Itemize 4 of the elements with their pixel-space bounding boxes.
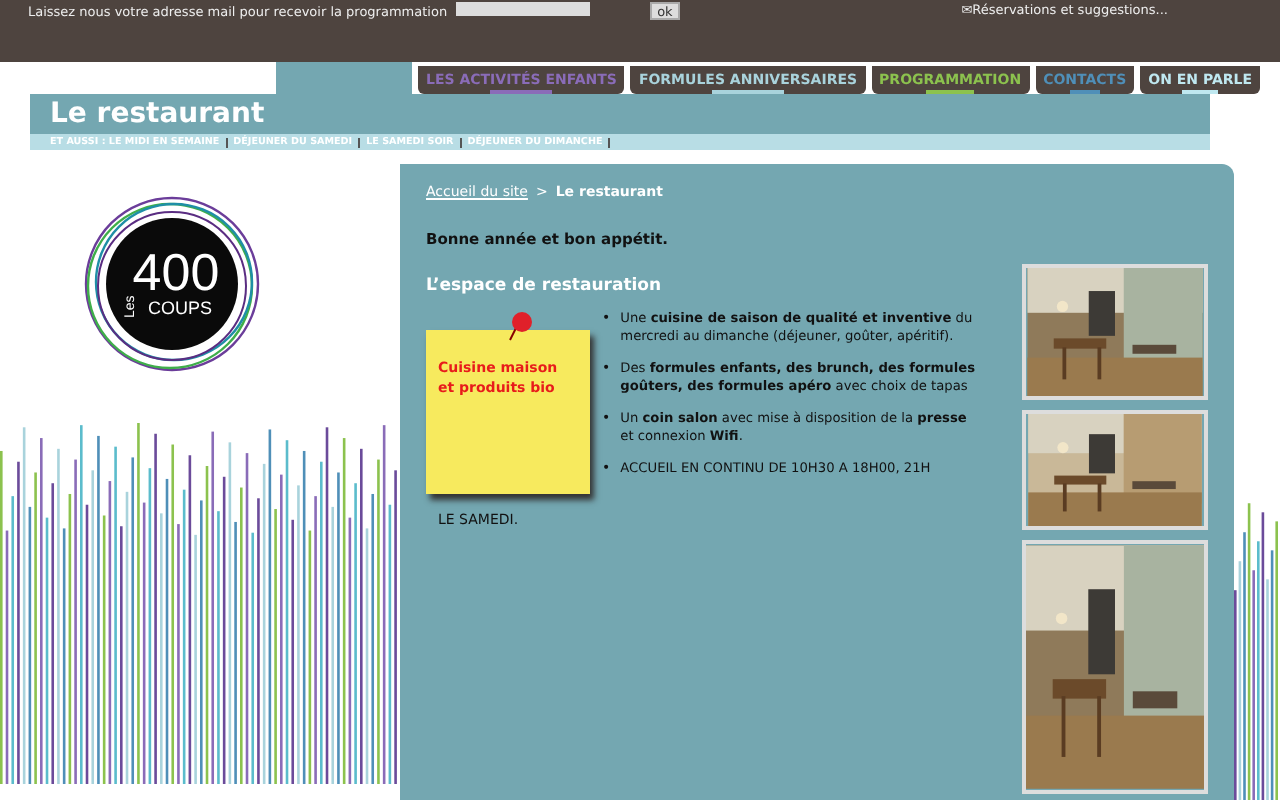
email-field[interactable]	[455, 2, 590, 16]
pushpin-icon	[506, 310, 534, 342]
section-title: L’espace de restauration	[426, 276, 664, 296]
page-title: Le restaurant	[50, 98, 265, 130]
